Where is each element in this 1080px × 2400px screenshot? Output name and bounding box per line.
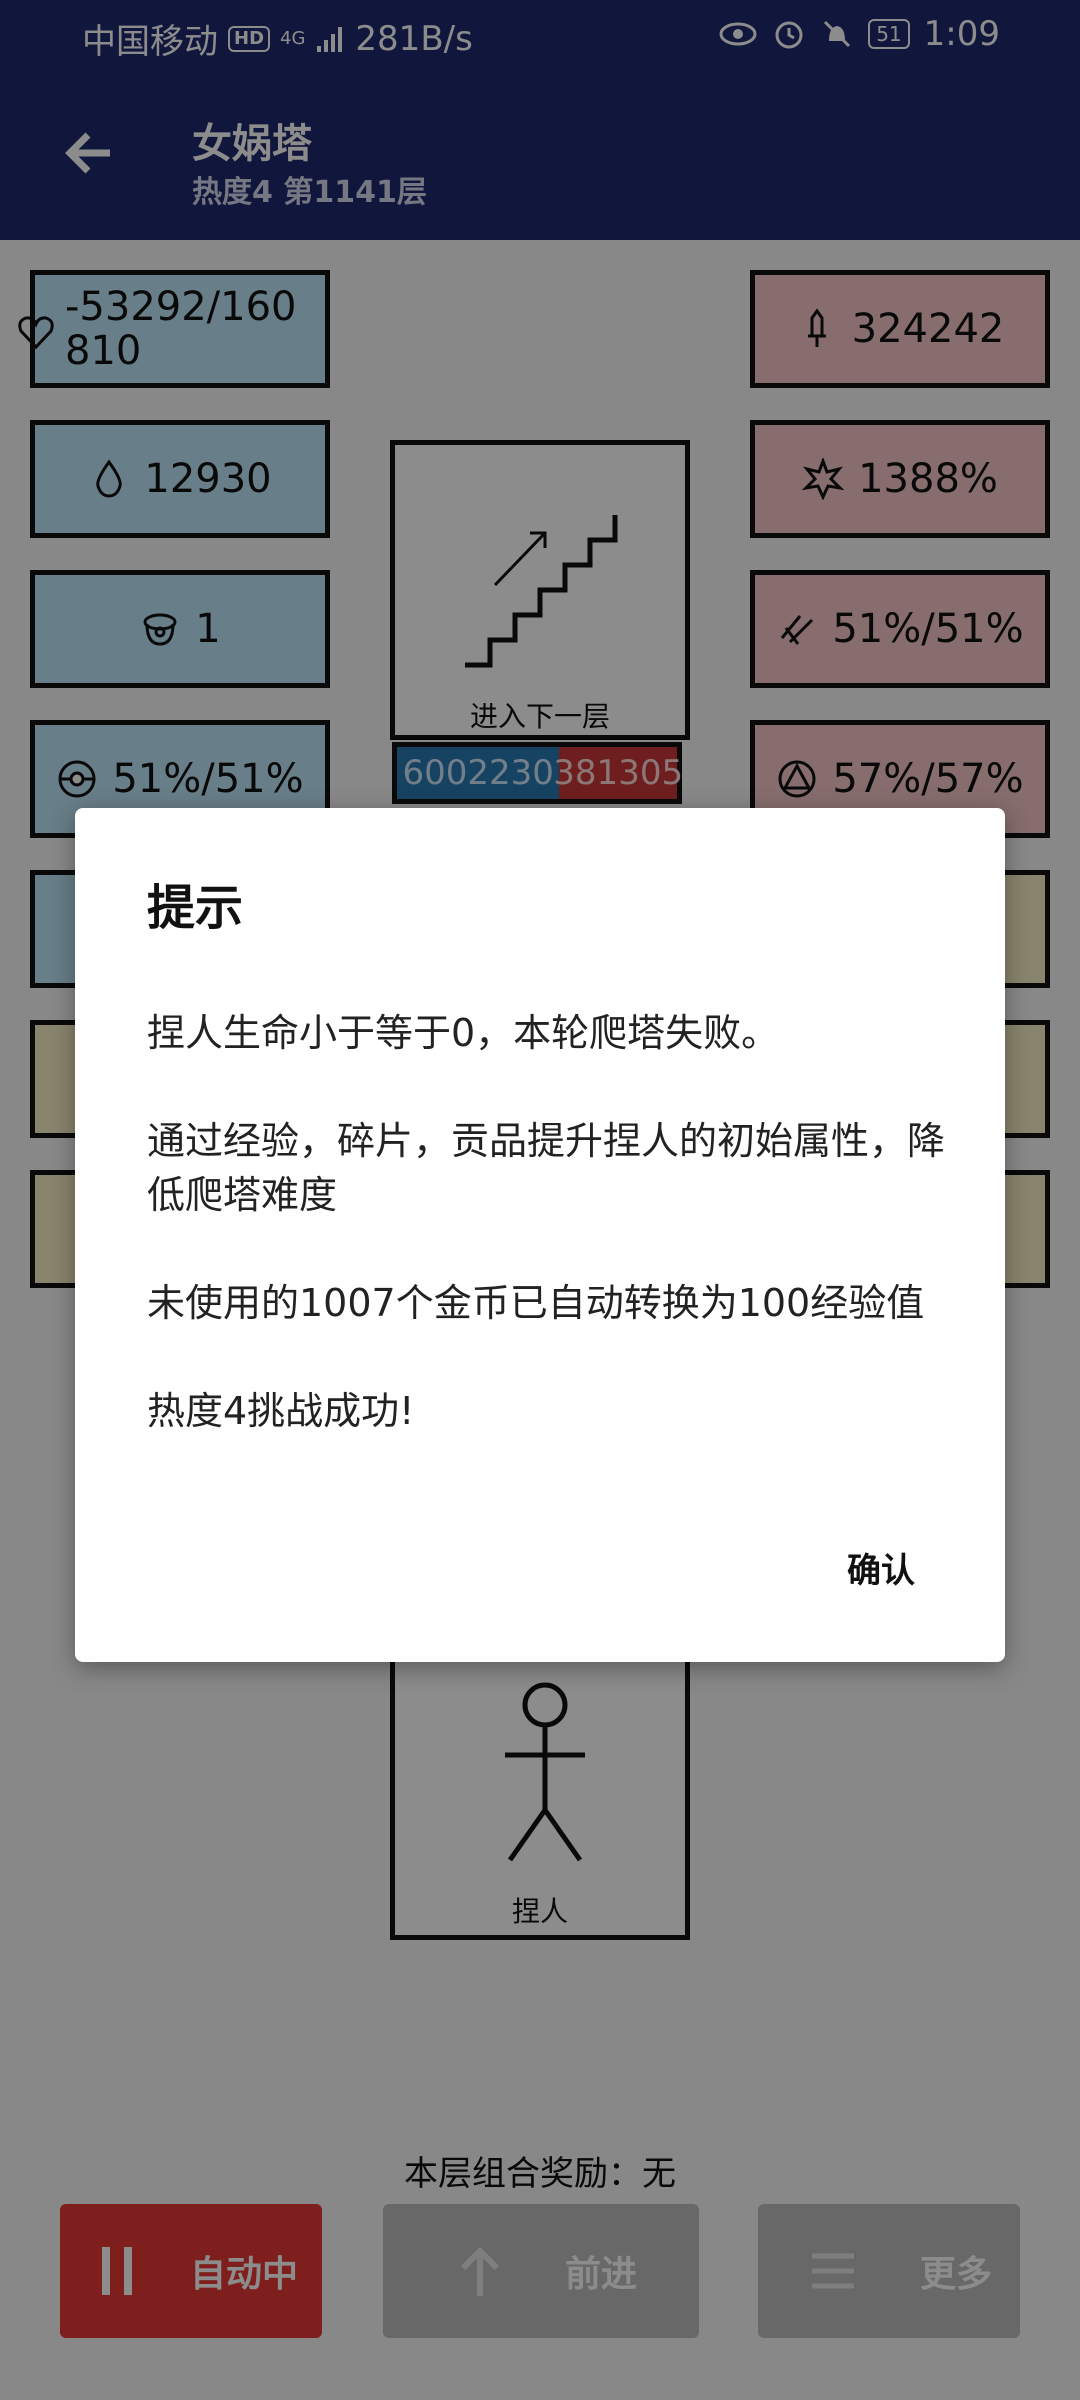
alert-dialog: 提示 捏人生命小于等于0，本轮爬塔失败。 通过经验，碎片，贡品提升捏人的初始属性… [75,808,1005,1662]
confirm-button[interactable]: 确认 [847,1543,915,1592]
dialog-title: 提示 [147,880,244,936]
dialog-message: 捏人生命小于等于0，本轮爬塔失败。 通过经验，碎片，贡品提升捏人的初始属性，降低… [147,1011,946,1433]
